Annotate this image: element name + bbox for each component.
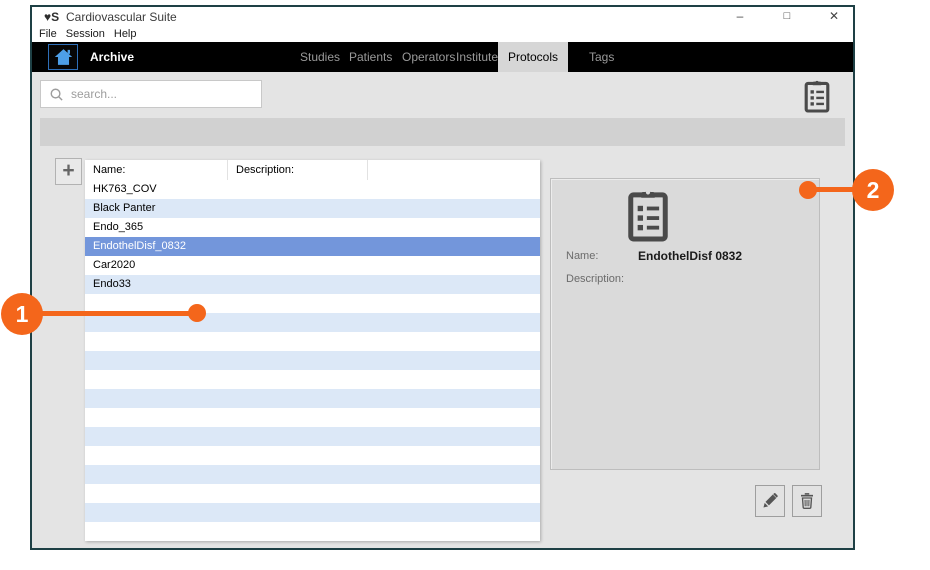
- archive-title: Archive: [90, 42, 134, 72]
- row-description-cell: [228, 446, 368, 465]
- row-name-cell: [85, 389, 228, 408]
- row-description-cell: [228, 180, 368, 199]
- table-row[interactable]: [85, 446, 540, 465]
- row-description-cell: [228, 351, 368, 370]
- row-name-cell: [85, 332, 228, 351]
- row-description-cell: [228, 199, 368, 218]
- protocols-clipboard-button[interactable]: [799, 77, 835, 115]
- row-name-cell: [85, 446, 228, 465]
- home-button[interactable]: [48, 44, 78, 70]
- table-row[interactable]: HK763_COV: [85, 180, 540, 199]
- row-name-cell: [85, 484, 228, 503]
- row-description-cell: [228, 332, 368, 351]
- titlebar: ♥S Cardiovascular Suite – □ ✕: [32, 7, 853, 27]
- menu-item-session[interactable]: Session: [66, 27, 105, 42]
- table-row[interactable]: [85, 408, 540, 427]
- row-description-cell: [228, 313, 368, 332]
- table-row[interactable]: [85, 427, 540, 446]
- callout-2-badge: 2: [852, 169, 894, 211]
- row-name-cell: Endo_365: [85, 218, 228, 237]
- pencil-icon: [761, 492, 779, 510]
- search-input[interactable]: [71, 87, 261, 101]
- row-description-cell: [228, 484, 368, 503]
- table-body: HK763_COVBlack PanterEndo_365EndothelDis…: [85, 180, 540, 541]
- table-header: Name: Description:: [85, 160, 540, 180]
- row-name-cell: Endo33: [85, 275, 228, 294]
- detail-description-label: Description:: [566, 273, 624, 285]
- row-description-cell: [228, 218, 368, 237]
- row-name-cell: [85, 351, 228, 370]
- protocol-table: Name: Description: HK763_COVBlack Panter…: [85, 160, 540, 541]
- page: ♥S Cardiovascular Suite – □ ✕ File Sessi…: [0, 0, 930, 570]
- row-description-cell: [228, 294, 368, 313]
- row-name-cell: Car2020: [85, 256, 228, 275]
- menu-item-help[interactable]: Help: [114, 27, 137, 42]
- details-panel: Name: EndothelDisf 0832 Description:: [550, 178, 820, 470]
- row-description-cell: [228, 465, 368, 484]
- search-box[interactable]: [40, 80, 262, 108]
- callout-1-line: [22, 311, 197, 316]
- row-name-cell: [85, 427, 228, 446]
- column-header-name[interactable]: Name:: [85, 160, 228, 180]
- table-row[interactable]: Black Panter: [85, 199, 540, 218]
- table-row[interactable]: Endo_365: [85, 218, 540, 237]
- navbar: Archive StudiesPatientsOperatorsInstitut…: [32, 42, 853, 72]
- app-window: ♥S Cardiovascular Suite – □ ✕ File Sessi…: [30, 5, 855, 550]
- table-row[interactable]: [85, 503, 540, 522]
- row-description-cell: [228, 408, 368, 427]
- table-row[interactable]: [85, 370, 540, 389]
- table-row[interactable]: Endo33: [85, 275, 540, 294]
- trash-icon: [798, 492, 816, 510]
- callout-1-dot: [188, 304, 206, 322]
- row-description-cell: [228, 389, 368, 408]
- row-description-cell: [228, 275, 368, 294]
- close-button[interactable]: ✕: [821, 7, 847, 27]
- row-description-cell: [228, 427, 368, 446]
- tab-protocols[interactable]: Protocols: [498, 42, 568, 72]
- search-icon: [49, 87, 64, 102]
- table-row[interactable]: [85, 484, 540, 503]
- row-name-cell: Black Panter: [85, 199, 228, 218]
- maximize-button[interactable]: □: [774, 7, 800, 27]
- row-description-cell: [228, 522, 368, 541]
- home-icon: [54, 48, 73, 66]
- table-row[interactable]: [85, 351, 540, 370]
- table-row[interactable]: EndothelDisf_0832: [85, 237, 540, 256]
- delete-button[interactable]: [792, 485, 822, 517]
- column-header-description[interactable]: Description:: [228, 160, 368, 180]
- detail-name-value: EndothelDisf 0832: [638, 249, 742, 263]
- app-title: Cardiovascular Suite: [66, 7, 177, 27]
- detail-name-label: Name:: [566, 250, 598, 262]
- edit-button[interactable]: [755, 485, 785, 517]
- menubar: File Session Help: [32, 27, 853, 42]
- column-header-spare: [368, 160, 540, 180]
- table-row[interactable]: [85, 522, 540, 541]
- row-name-cell: [85, 522, 228, 541]
- row-description-cell: [228, 256, 368, 275]
- row-description-cell: [228, 370, 368, 389]
- row-description-cell: [228, 237, 368, 256]
- app-logo-heart-icon: ♥S: [44, 7, 59, 27]
- row-name-cell: [85, 503, 228, 522]
- row-name-cell: EndothelDisf_0832: [85, 237, 228, 256]
- tab-tags[interactable]: Tags: [579, 42, 624, 72]
- row-name-cell: HK763_COV: [85, 180, 228, 199]
- row-name-cell: [85, 408, 228, 427]
- table-row[interactable]: [85, 332, 540, 351]
- menu-item-file[interactable]: File: [39, 27, 57, 42]
- table-row[interactable]: [85, 389, 540, 408]
- toolbar-strip: [40, 118, 845, 146]
- minimize-button[interactable]: –: [727, 7, 753, 27]
- add-protocol-button[interactable]: +: [55, 158, 82, 185]
- clipboard-icon: [802, 78, 832, 114]
- table-row[interactable]: [85, 465, 540, 484]
- row-description-cell: [228, 503, 368, 522]
- table-row[interactable]: Car2020: [85, 256, 540, 275]
- row-name-cell: [85, 465, 228, 484]
- row-name-cell: [85, 370, 228, 389]
- callout-1-badge: 1: [1, 293, 43, 335]
- clipboard-icon: [625, 185, 671, 245]
